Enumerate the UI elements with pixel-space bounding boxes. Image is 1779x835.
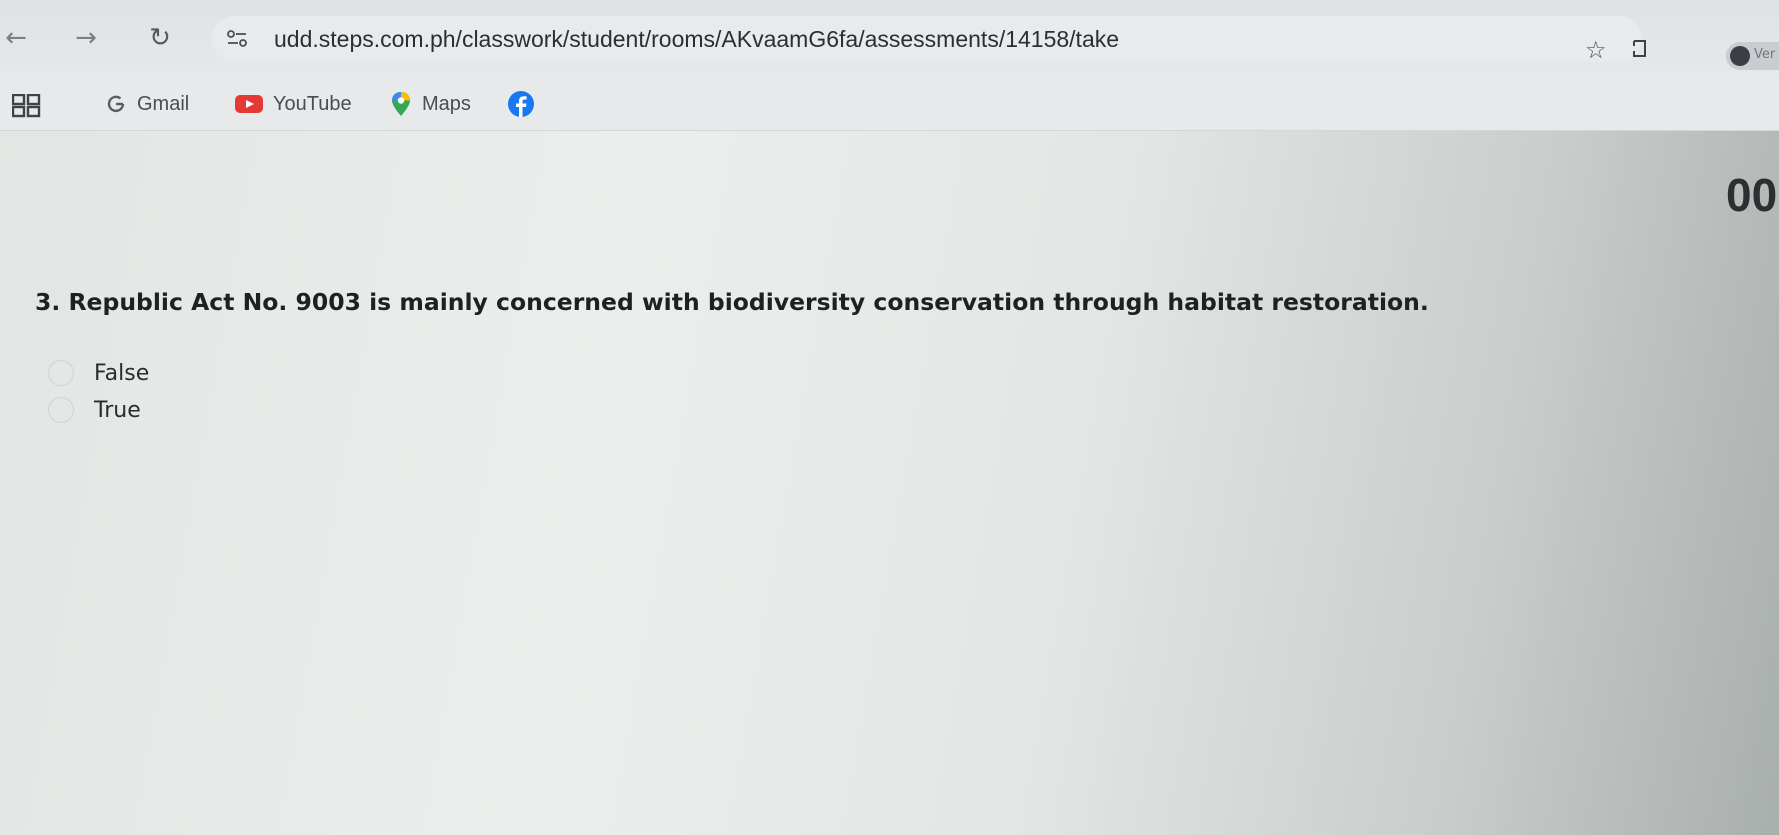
bookmark-gmail[interactable]: Gmail [105,91,189,117]
extensions-icon[interactable] [1630,38,1650,60]
apps-grid-icon[interactable] [12,94,44,118]
profile-label: Ver [1754,47,1776,62]
reload-button[interactable]: ↻ [146,24,174,52]
avatar [1730,46,1750,66]
bookmark-facebook[interactable] [508,91,534,117]
radio-button[interactable] [48,360,74,386]
site-info-icon[interactable] [226,28,248,50]
answer-option-true[interactable]: True [48,395,141,425]
browser-window: ← → ↻ udd.steps.com.ph/classwork/student… [0,0,1779,835]
forward-button[interactable]: → [72,24,100,52]
browser-toolbar: ← → ↻ udd.steps.com.ph/classwork/student… [0,0,1779,78]
youtube-icon [235,95,263,113]
forward-arrow-icon: → [75,23,97,53]
back-button[interactable]: ← [2,24,30,52]
bookmark-label: YouTube [273,92,352,115]
assessment-timer: 00 [1726,169,1778,221]
maps-pin-icon [392,92,410,116]
bookmark-label: Maps [422,92,471,115]
bookmarks-bar: Gmail YouTube Maps [0,78,1779,131]
url-text[interactable]: udd.steps.com.ph/classwork/student/rooms… [274,26,1119,53]
reload-icon: ↻ [149,23,171,53]
bookmark-youtube[interactable]: YouTube [235,91,352,117]
facebook-icon [508,91,534,117]
bookmark-label: Gmail [137,92,190,115]
radio-button[interactable] [48,397,74,423]
profile-button[interactable]: Ver [1726,42,1779,70]
question-text: 3. Republic Act No. 9003 is mainly conce… [35,288,1429,316]
back-arrow-icon: ← [5,23,27,53]
address-bar[interactable]: udd.steps.com.ph/classwork/student/rooms… [212,16,1642,62]
option-label[interactable]: True [94,398,141,423]
google-icon [107,95,125,113]
bookmark-maps[interactable]: Maps [390,91,471,117]
answer-option-false[interactable]: False [48,358,149,388]
bookmark-star-icon[interactable]: ☆ [1585,36,1607,64]
option-label[interactable]: False [94,361,149,386]
